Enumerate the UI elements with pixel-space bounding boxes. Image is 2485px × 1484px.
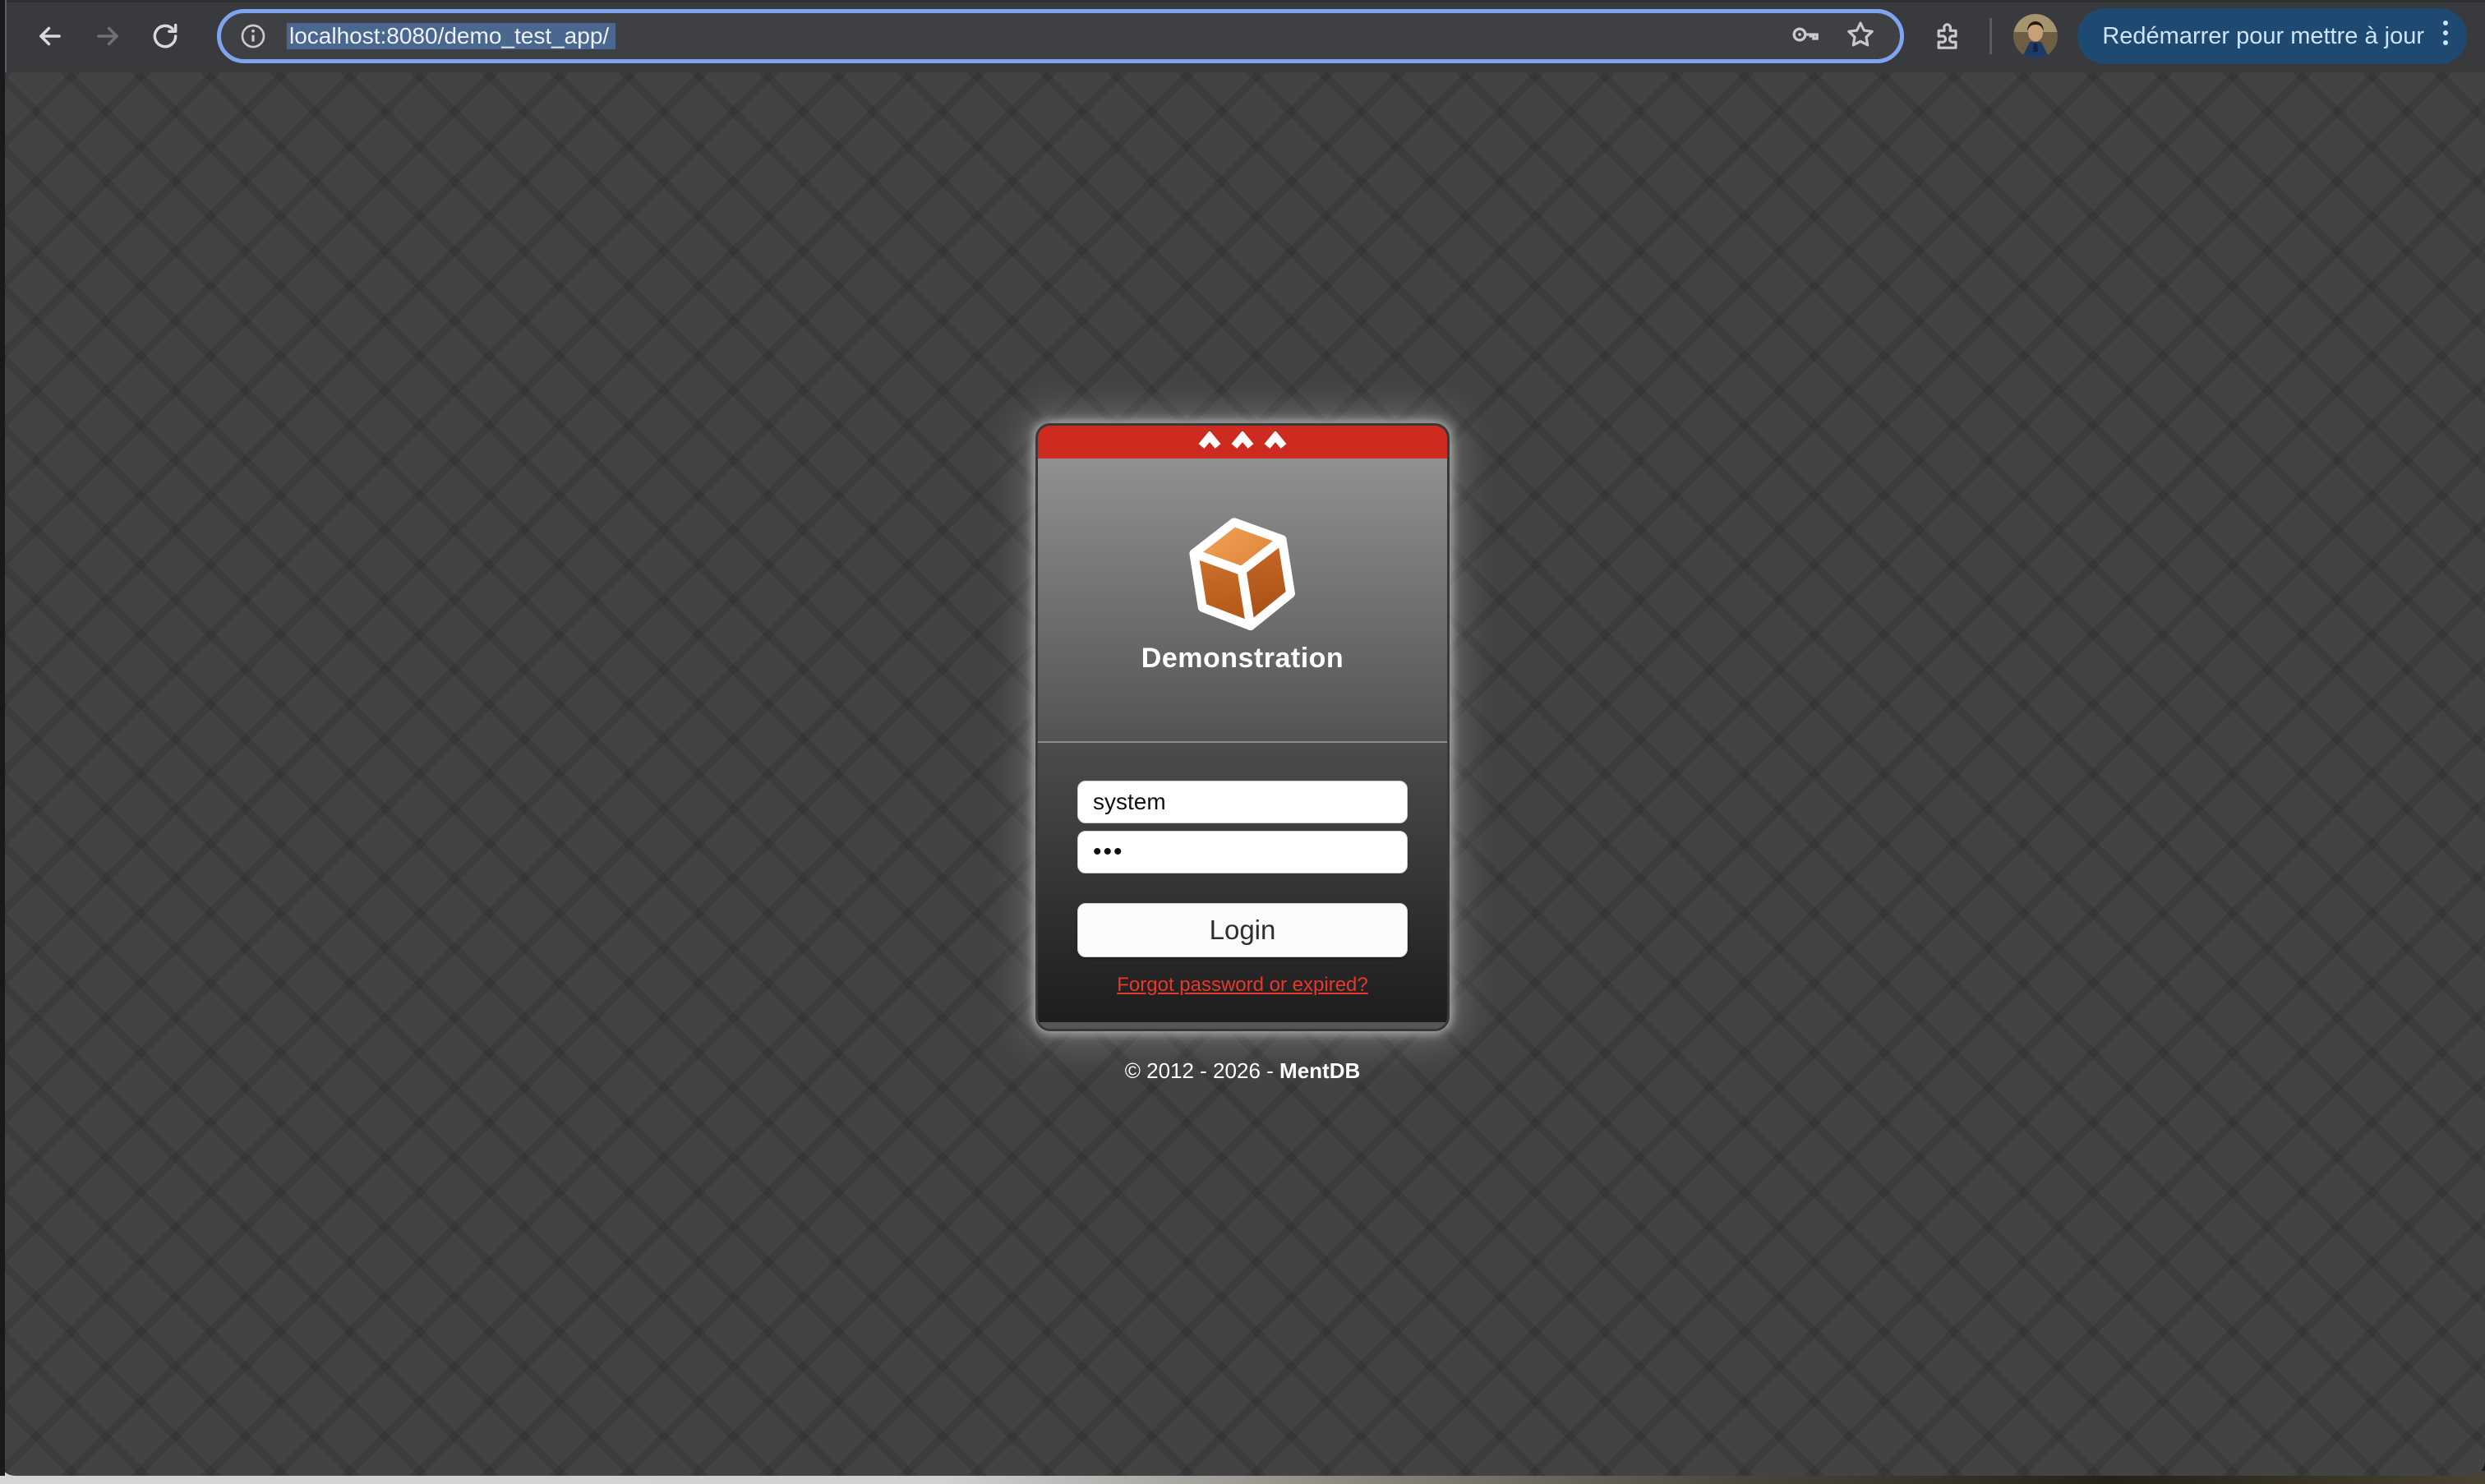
update-button-label: Redémarrer pour mettre à jour bbox=[2102, 23, 2424, 50]
brand-name: MentDB bbox=[1279, 1058, 1360, 1083]
chevron-up-icon bbox=[1264, 431, 1287, 454]
page-viewport: Demonstration Login Forgot password or e… bbox=[0, 72, 2485, 1476]
omnibox-actions bbox=[1790, 18, 1877, 55]
copyright-text: © 2012 - 2026 - bbox=[1125, 1058, 1274, 1083]
card-form-section: Login Forgot password or expired? bbox=[1038, 743, 1447, 1022]
browser-window: localhost:8080/demo_test_app/ bbox=[0, 0, 2485, 1484]
star-icon[interactable] bbox=[1844, 18, 1877, 55]
window-left-edge-highlight bbox=[5, 0, 7, 72]
browser-toolbar: localhost:8080/demo_test_app/ bbox=[0, 0, 2485, 72]
forward-icon bbox=[92, 21, 123, 52]
back-button[interactable] bbox=[30, 16, 71, 57]
card-branding-section: Demonstration bbox=[1038, 459, 1447, 743]
extensions-button[interactable] bbox=[1927, 16, 1968, 57]
reload-button[interactable] bbox=[145, 16, 186, 57]
site-info-icon[interactable] bbox=[239, 22, 267, 50]
key-icon[interactable] bbox=[1790, 18, 1823, 55]
username-input[interactable] bbox=[1077, 781, 1408, 823]
toolbar-divider bbox=[1989, 18, 1992, 54]
app-title: Demonstration bbox=[1141, 643, 1344, 675]
login-button[interactable]: Login bbox=[1077, 903, 1408, 957]
cube-logo-icon bbox=[1171, 504, 1314, 647]
chevron-up-icon bbox=[1231, 431, 1254, 454]
password-input[interactable] bbox=[1077, 831, 1408, 873]
back-icon bbox=[35, 21, 66, 52]
url-selected-text: localhost:8080/demo_test_app/ bbox=[287, 23, 615, 49]
card-bottom-bevel bbox=[1038, 1022, 1447, 1029]
extensions-icon bbox=[1931, 20, 1964, 53]
reload-icon bbox=[150, 21, 181, 52]
copyright-line: © 2012 - 2026 - MentDB bbox=[0, 1058, 2485, 1084]
url-field[interactable]: localhost:8080/demo_test_app/ bbox=[287, 23, 1790, 49]
window-left-edge bbox=[0, 0, 5, 1476]
forward-button[interactable] bbox=[87, 16, 128, 57]
profile-avatar[interactable] bbox=[2013, 14, 2058, 58]
address-bar[interactable]: localhost:8080/demo_test_app/ bbox=[217, 9, 1904, 63]
chevron-up-icon bbox=[1198, 431, 1221, 454]
card-header-bar bbox=[1038, 426, 1447, 459]
restart-to-update-button[interactable]: Redémarrer pour mettre à jour bbox=[2077, 8, 2467, 64]
login-card: Demonstration Login Forgot password or e… bbox=[1035, 423, 1450, 1031]
kebab-menu-icon[interactable] bbox=[2441, 15, 2450, 58]
forgot-password-link[interactable]: Forgot password or expired? bbox=[1117, 974, 1367, 997]
